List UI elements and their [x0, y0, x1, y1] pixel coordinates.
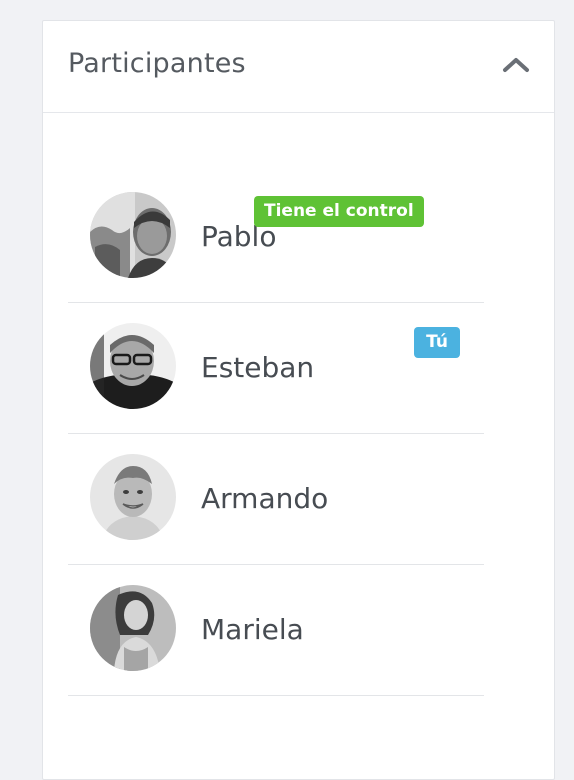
avatar-esteban	[90, 323, 176, 409]
panel-title: Participantes	[68, 48, 246, 79]
control-badge: Tiene el control	[254, 196, 424, 227]
participants-panel: Participantes Pablo Tiene el control Est…	[42, 20, 555, 780]
collapse-button[interactable]	[500, 51, 532, 79]
avatar-pablo	[90, 192, 176, 278]
avatar-armando	[90, 454, 176, 540]
participant-row-pablo[interactable]: Pablo Tiene el control	[68, 172, 484, 303]
participant-row-esteban[interactable]: Esteban Tú	[68, 303, 484, 434]
you-badge: Tú	[414, 327, 460, 358]
participant-row-armando[interactable]: Armando	[68, 434, 484, 565]
participant-name: Esteban	[201, 351, 315, 384]
chevron-up-icon	[503, 58, 529, 72]
avatar-mariela	[90, 585, 176, 671]
participant-row-mariela[interactable]: Mariela	[68, 565, 484, 696]
participant-name: Mariela	[201, 613, 304, 646]
participant-name: Armando	[201, 482, 329, 515]
panel-header: Participantes	[43, 21, 554, 113]
